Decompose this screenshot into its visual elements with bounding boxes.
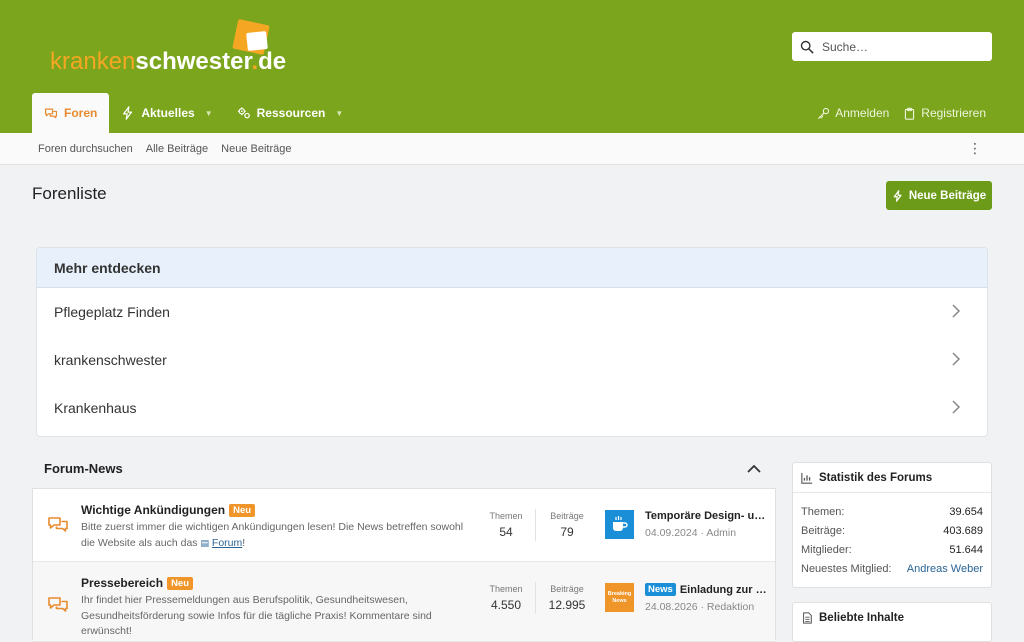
bolt-icon <box>123 106 133 120</box>
search-input[interactable] <box>822 39 982 54</box>
stat-beitraege: Beiträge 79 <box>550 511 584 539</box>
latest-post-title[interactable]: Temporäre Design- u… <box>645 510 771 522</box>
latest-post: Temporäre Design- u… 04.09.2024 · Admin <box>645 510 771 539</box>
stat-row: Beiträge: 403.689 <box>801 524 983 537</box>
forum-description: Bitte zuerst immer die wichtigen Ankündi… <box>81 521 464 549</box>
stat-beitraege: Beiträge 12.995 <box>548 584 586 612</box>
comments-icon <box>48 517 68 532</box>
latest-post-title[interactable]: News Einladung zur … <box>645 583 771 596</box>
bolt-icon <box>893 189 902 202</box>
discover-item-krankenhaus[interactable]: Krankenhaus <box>37 384 987 432</box>
tab-aktuelles[interactable]: Aktuelles ▼ <box>109 93 224 133</box>
chevron-down-icon[interactable]: ▼ <box>205 109 213 118</box>
chevron-right-icon <box>952 352 961 366</box>
main-nav: Foren Aktuelles ▼ Ressourcen ▼ <box>32 93 355 133</box>
comments-icon <box>44 108 58 119</box>
site-header: krankenschwester.de Foren Aktuelles ▼ Re… <box>0 0 1024 133</box>
discover-item-krankenschwester[interactable]: krankenschwester <box>37 336 987 384</box>
forum-main: Wichtige Ankündigungen Neu Bitte zuerst … <box>81 503 471 551</box>
login-link[interactable]: Anmelden <box>817 106 889 120</box>
discover-item-label: Krankenhaus <box>54 400 137 416</box>
forum-title-text[interactable]: Pressebereich <box>81 576 163 590</box>
forum-link[interactable]: Forum <box>212 537 242 549</box>
more-options-icon[interactable]: ⋮ <box>968 140 982 157</box>
chevron-down-icon[interactable]: ▼ <box>335 109 343 118</box>
stat-row: Themen: 39.654 <box>801 505 983 518</box>
popular-content-widget: Beliebte Inhalte <box>792 602 992 642</box>
divider <box>535 509 536 541</box>
key-icon <box>818 107 830 119</box>
new-posts-label: Neue Beiträge <box>908 189 987 202</box>
discover-item-label: Pflegeplatz Finden <box>54 304 170 320</box>
chevron-right-icon <box>952 400 961 414</box>
logo-wordmark: krankenschwester.de <box>50 48 287 75</box>
category-title[interactable]: Forum-News <box>44 461 123 476</box>
widget-title: Beliebte Inhalte <box>819 612 904 624</box>
stat-themen: Themen 54 <box>489 511 523 539</box>
forum-title-text[interactable]: Wichtige Ankündigungen <box>81 503 225 517</box>
widget-header: Beliebte Inhalte <box>793 603 991 633</box>
search-icon <box>800 40 814 53</box>
forum-row: Wichtige Ankündigungen Neu Bitte zuerst … <box>33 489 775 562</box>
site-logo[interactable]: krankenschwester.de <box>50 19 300 75</box>
tab-foren-label: Foren <box>64 106 98 120</box>
widget-title: Statistik des Forums <box>819 471 933 484</box>
user-nav: Anmelden Registrieren <box>817 93 986 133</box>
comments-icon <box>48 597 68 612</box>
forum-main: Pressebereich Neu Ihr findet hier Presse… <box>81 576 471 640</box>
forum-stats-widget: Statistik des Forums Themen: 39.654 Beitr… <box>792 462 992 588</box>
forum-link-icon: ▤ <box>200 537 209 548</box>
document-icon <box>803 612 812 624</box>
new-posts-button[interactable]: Neue Beiträge <box>886 181 992 210</box>
clipboard-icon <box>905 107 915 120</box>
bar-chart-icon <box>801 472 813 484</box>
page-title: Forenliste <box>32 184 107 203</box>
subnav-all-posts[interactable]: Alle Beiträge <box>146 143 208 155</box>
divider <box>535 582 536 614</box>
tab-aktuelles-label: Aktuelles <box>141 106 195 120</box>
new-badge: Neu <box>229 503 256 517</box>
discover-title: Mehr entdecken <box>37 248 987 288</box>
search-box[interactable] <box>792 32 992 61</box>
login-label: Anmelden <box>835 106 890 120</box>
breaking-news-thumbnail[interactable]: Breaking News <box>605 583 634 612</box>
news-prefix-badge: News <box>645 583 676 596</box>
forum-list: Wichtige Ankündigungen Neu Bitte zuerst … <box>32 488 776 642</box>
discover-item-label: krankenschwester <box>54 352 167 368</box>
forum-title[interactable]: Pressebereich Neu <box>81 576 471 590</box>
subnav-new-posts[interactable]: Neue Beiträge <box>221 143 291 155</box>
chevron-right-icon <box>952 304 961 318</box>
sub-nav: Foren durchsuchen Alle Beiträge Neue Bei… <box>0 133 1024 165</box>
latest-post-meta: 04.09.2024 · Admin <box>645 527 737 539</box>
widget-header: Statistik des Forums <box>793 463 991 493</box>
gears-icon <box>237 107 250 119</box>
forum-description: Ihr findet hier Pressemeldungen aus Beru… <box>81 594 432 637</box>
register-link[interactable]: Registrieren <box>903 106 986 120</box>
discover-item-pflegeplatz[interactable]: Pflegeplatz Finden <box>37 288 987 336</box>
tab-foren[interactable]: Foren <box>32 93 110 133</box>
chevron-up-icon[interactable] <box>746 461 762 475</box>
stat-themen: Themen 4.550 <box>489 584 523 612</box>
latest-post: News Einladung zur … 24.08.2026 · Redakti… <box>645 583 771 613</box>
newest-member-link[interactable]: Andreas Weber <box>907 563 983 575</box>
stat-row: Mitglieder: 51.644 <box>801 543 983 556</box>
stat-row: Neuestes Mitglied: Andreas Weber <box>801 562 983 575</box>
register-label: Registrieren <box>921 106 986 120</box>
tab-ressourcen[interactable]: Ressourcen ▼ <box>225 93 356 133</box>
forum-title[interactable]: Wichtige Ankündigungen Neu <box>81 503 471 517</box>
discover-block: Mehr entdecken Pflegeplatz Finden kranke… <box>36 247 988 437</box>
subnav-search-forums[interactable]: Foren durchsuchen <box>38 143 133 155</box>
tab-ressourcen-label: Ressourcen <box>256 106 326 120</box>
new-badge: Neu <box>167 576 194 590</box>
forum-row: Pressebereich Neu Ihr findet hier Presse… <box>33 562 775 642</box>
latest-post-meta: 24.08.2026 · Redaktion <box>645 601 755 613</box>
coffee-cup-icon[interactable] <box>605 510 634 539</box>
